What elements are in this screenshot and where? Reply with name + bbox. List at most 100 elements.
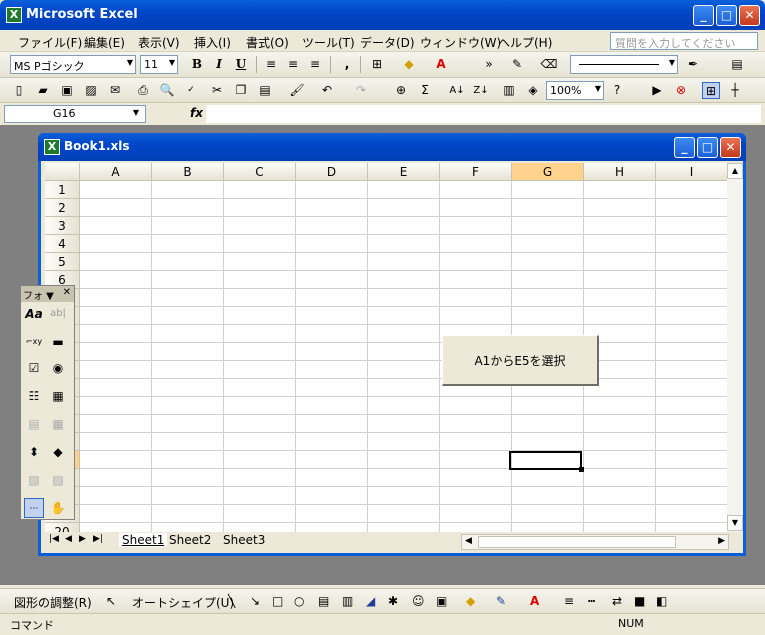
menu-data[interactable]: データ(D) <box>360 34 415 51</box>
checkbox-icon[interactable]: ☑ <box>24 358 44 378</box>
scroll-up-icon[interactable]: ▲ <box>727 163 743 179</box>
redo-icon[interactable]: ↷ <box>352 82 370 99</box>
textbox-icon[interactable]: ▤ <box>318 594 329 608</box>
format-painter-icon[interactable]: 🖌 <box>288 82 306 99</box>
print-preview-icon[interactable]: 🔍 <box>158 82 176 99</box>
open-icon[interactable]: ▰ <box>34 82 52 99</box>
button-icon[interactable]: ▬ <box>48 332 68 352</box>
autosum-icon[interactable]: Σ <box>416 82 434 99</box>
column-header-e[interactable]: E <box>368 163 440 181</box>
undo-icon[interactable]: ↶ <box>318 82 336 99</box>
underline-button[interactable]: U <box>232 56 250 73</box>
select-all-corner[interactable] <box>45 163 80 181</box>
drawing-icon[interactable]: ◈ <box>524 82 542 99</box>
line-style-combo[interactable]: ▼ <box>570 55 678 74</box>
dash-style-icon[interactable]: ┅ <box>588 594 595 608</box>
rectangle-icon[interactable]: □ <box>272 594 283 608</box>
forms-toolbar-header[interactable]: フォ ▼ ✕ <box>21 286 74 302</box>
spinner-icon[interactable]: ◆ <box>48 442 68 462</box>
group-box-icon[interactable]: ⌐xy <box>24 332 44 352</box>
horizontal-scrollbar[interactable]: ◀ ▶ <box>461 534 729 550</box>
edit-box-icon[interactable]: ab| <box>48 304 68 324</box>
column-header-h[interactable]: H <box>584 163 656 181</box>
maximize-button[interactable]: □ <box>716 5 737 26</box>
row-header-2[interactable]: 2 <box>45 199 80 217</box>
edit-code-icon[interactable]: ▨ <box>48 470 68 490</box>
save-icon[interactable]: ▣ <box>58 82 76 99</box>
option-button-icon[interactable]: ◉ <box>48 358 68 378</box>
cut-icon[interactable]: ✂ <box>208 82 226 99</box>
paste-options-icon[interactable]: ▤ <box>728 56 746 73</box>
row-header-3[interactable]: 3 <box>45 217 80 235</box>
sheet-tab-2[interactable]: Sheet2 <box>169 533 211 547</box>
formula-input[interactable] <box>206 105 761 123</box>
run-dialog-icon[interactable]: ✋ <box>48 498 68 518</box>
scroll-bar-icon[interactable]: ⬍ <box>24 442 44 462</box>
first-sheet-icon[interactable]: |◀ <box>49 534 59 544</box>
column-header-g[interactable]: G <box>512 163 584 181</box>
line-color-icon[interactable]: ✒ <box>684 56 702 73</box>
fill-handle[interactable] <box>579 467 584 472</box>
last-sheet-icon[interactable]: ▶| <box>93 534 103 544</box>
font-color-icon[interactable]: A <box>530 594 539 608</box>
permission-icon[interactable]: ▨ <box>82 82 100 99</box>
minimize-button[interactable]: _ <box>693 5 714 26</box>
font-size-combo[interactable]: 11 ▼ <box>140 55 178 74</box>
column-header-d[interactable]: D <box>296 163 368 181</box>
control-properties-icon[interactable]: ▧ <box>24 470 44 490</box>
combo-box-icon[interactable]: ▦ <box>48 386 68 406</box>
line-color-icon[interactable]: ✎ <box>496 594 506 608</box>
row-header-1[interactable]: 1 <box>45 181 80 199</box>
combo-dropdown-edit-icon[interactable]: ▦ <box>48 414 68 434</box>
column-header-b[interactable]: B <box>152 163 224 181</box>
toggle-grid-icon[interactable]: ⋯ <box>24 498 44 518</box>
print-icon[interactable]: ⎙ <box>134 82 152 99</box>
fill-color-icon[interactable]: ◆ <box>466 594 475 608</box>
diagram-icon[interactable]: ✱ <box>388 594 398 608</box>
copy-icon[interactable]: ❐ <box>232 82 250 99</box>
bold-button[interactable]: B <box>188 56 206 73</box>
workbook-icon[interactable]: X <box>44 139 60 155</box>
align-center-icon[interactable]: ≡ <box>284 56 302 73</box>
comma-style-icon[interactable]: , <box>338 56 356 73</box>
toolbar-options-icon[interactable]: » <box>480 56 498 73</box>
fx-icon[interactable]: fx <box>190 106 203 120</box>
paste-icon[interactable]: ▤ <box>256 82 274 99</box>
spelling-icon[interactable]: ✓ <box>182 82 200 99</box>
chart-wizard-icon[interactable]: ▥ <box>500 82 518 99</box>
macro-button[interactable]: A1からE5を選択 <box>442 335 599 386</box>
menu-format[interactable]: 書式(O) <box>246 34 289 51</box>
prev-sheet-icon[interactable]: ◀ <box>65 534 72 544</box>
line-style-icon[interactable]: ≡ <box>564 594 574 608</box>
worksheet-grid[interactable]: ABCDEFGHI 123456789101112131415161718192… <box>45 163 727 532</box>
scroll-thumb[interactable] <box>478 536 676 548</box>
workbook-close-button[interactable]: ✕ <box>720 137 741 158</box>
column-header-c[interactable]: C <box>224 163 296 181</box>
row-header-4[interactable]: 4 <box>45 235 80 253</box>
combo-list-edit-icon[interactable]: ▤ <box>24 414 44 434</box>
scroll-down-icon[interactable]: ▼ <box>727 515 743 531</box>
close-button[interactable]: ✕ <box>739 5 760 26</box>
font-name-combo[interactable]: MS Pゴシック ▼ <box>10 55 136 74</box>
clipart-icon[interactable]: ☺ <box>412 594 425 608</box>
draw-adjust-menu[interactable]: 図形の調整(R) <box>14 594 92 611</box>
sheet-tab-1[interactable]: Sheet1 <box>119 533 168 547</box>
run-macro-icon[interactable]: ▶ <box>648 82 666 99</box>
menu-edit[interactable]: 編集(E) <box>84 34 125 51</box>
vertical-scrollbar[interactable]: ▲ ▼ <box>727 163 743 532</box>
email-icon[interactable]: ✉ <box>106 82 124 99</box>
autoshape-menu[interactable]: オートシェイプ(U) <box>132 594 234 611</box>
draw-border-icon[interactable]: ✎ <box>508 56 526 73</box>
wordart-icon[interactable]: ◢ <box>366 594 375 608</box>
sheet-tab-3[interactable]: Sheet3 <box>223 533 265 547</box>
close-icon[interactable]: ✕ <box>63 287 71 298</box>
help-question-input[interactable]: 質問を入力してください <box>610 32 758 50</box>
italic-button[interactable]: I <box>210 56 228 73</box>
list-box-icon[interactable]: ☷ <box>24 386 44 406</box>
toggle-grid-icon[interactable]: ⊞ <box>702 82 720 99</box>
select-objects-icon[interactable]: ↖ <box>106 594 116 608</box>
column-header-a[interactable]: A <box>80 163 152 181</box>
menu-tools[interactable]: ツール(T) <box>302 34 355 51</box>
help-icon[interactable]: ? <box>608 82 626 99</box>
picture-icon[interactable]: ▣ <box>436 594 447 608</box>
